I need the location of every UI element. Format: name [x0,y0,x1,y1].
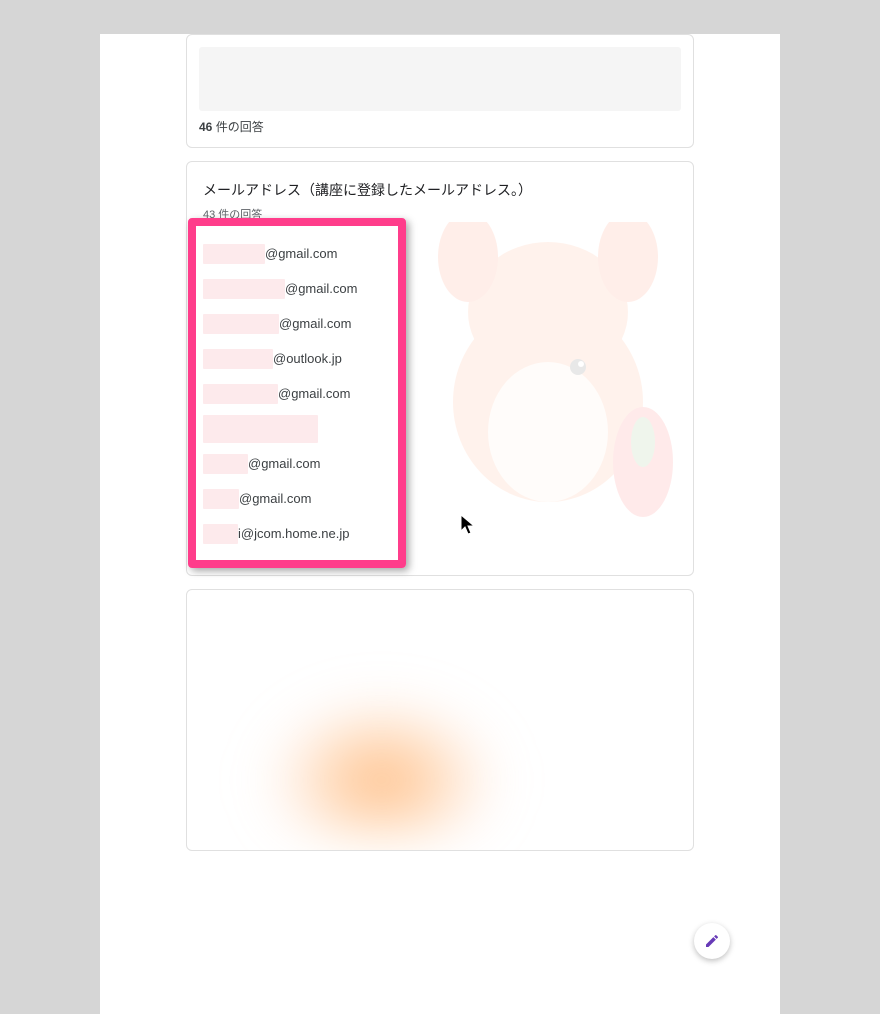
list-item: @gmail.com [203,481,677,516]
pencil-icon [704,933,720,949]
email-list: @gmail.com @gmail.com @gmail.com @outloo… [203,236,677,551]
card-title: メールアドレス（講座に登録したメールアドレス。） [203,180,677,200]
redacted-text [203,489,239,509]
redacted-text [203,415,318,443]
blurred-content-block [199,47,681,111]
response-count-suffix: 件の回答 [212,120,263,134]
email-domain: @outlook.jp [273,351,342,366]
list-item: @gmail.com [203,446,677,481]
redacted-text [203,454,248,474]
redacted-text [203,384,278,404]
list-item: @gmail.com [203,376,677,411]
email-response-card: メールアドレス（講座に登録したメールアドレス。） 43 件の回答 @gmail.… [186,161,694,576]
response-count-1: 46 件の回答 [199,118,681,135]
email-domain: @gmail.com [278,386,350,401]
list-item: i@jcom.home.ne.jp [203,516,677,551]
page-wrapper: 46 件の回答 メールアドレス（講座に登録したメールアドレス。） 43 件の回答… [100,34,780,1014]
email-domain: @gmail.com [285,281,357,296]
redacted-text [203,524,238,544]
response-card-1: 46 件の回答 [186,34,694,148]
redacted-text [203,314,279,334]
email-domain: @gmail.com [239,491,311,506]
response-count-number: 46 [199,120,212,134]
response-count-2: 43 件の回答 [203,206,677,222]
redacted-text [203,279,285,299]
email-domain: i@jcom.home.ne.jp [238,526,349,541]
list-item: @gmail.com [203,306,677,341]
list-item: @gmail.com [203,271,677,306]
redacted-text [203,244,265,264]
list-item: @gmail.com [203,236,677,271]
edit-fab-button[interactable] [694,923,730,959]
blurred-gradient-content [197,600,683,840]
email-domain: @gmail.com [248,456,320,471]
email-domain: @gmail.com [265,246,337,261]
list-item: @outlook.jp [203,341,677,376]
list-item [203,411,677,446]
response-card-3 [186,589,694,851]
email-domain: @gmail.com [279,316,351,331]
redacted-text [203,349,273,369]
